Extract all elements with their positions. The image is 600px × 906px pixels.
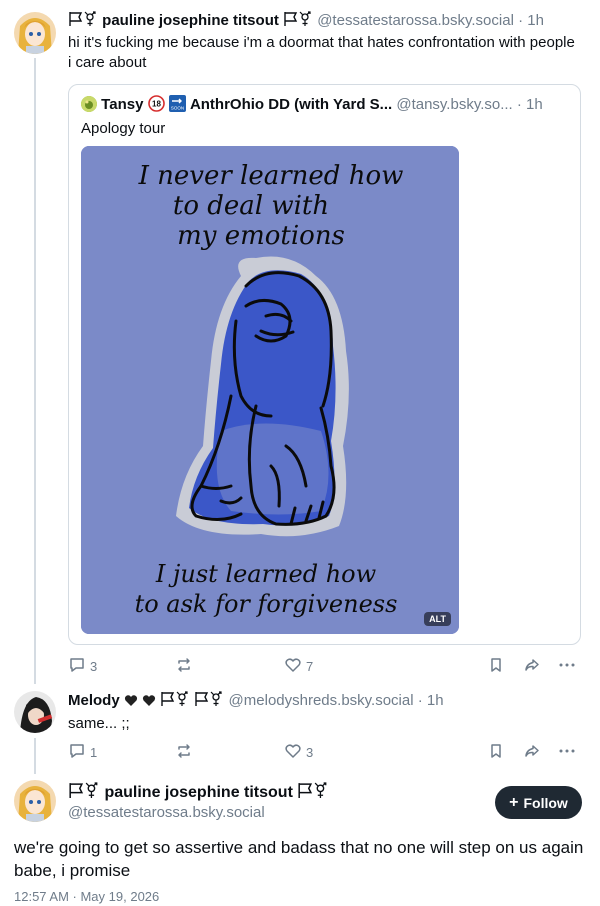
avatar[interactable] (14, 691, 56, 733)
avatar[interactable] (14, 12, 56, 54)
repost-button[interactable] (175, 742, 193, 763)
share-button[interactable] (523, 656, 541, 677)
more-dots-icon (558, 656, 576, 677)
avatar[interactable] (14, 780, 56, 822)
reply-icon (68, 742, 86, 763)
quote-post[interactable]: Tansy 18 SOON AnthrOhio DD (with Yard S.… (68, 84, 581, 645)
reply-button[interactable]: 1 (68, 742, 97, 763)
trans-flag-icon (160, 691, 190, 711)
image-text-top-1: I never learned how (138, 161, 404, 191)
like-button[interactable]: 7 (284, 656, 313, 677)
reply-count: 1 (90, 745, 98, 760)
author-name[interactable]: Melody (68, 692, 120, 709)
repost-icon (175, 656, 193, 677)
more-dots-icon (558, 742, 576, 763)
alt-badge[interactable]: ALT (424, 612, 451, 626)
trans-flag-icon (194, 691, 224, 711)
thread-line (34, 738, 36, 774)
like-count: 3 (306, 745, 314, 760)
age-18-icon: 18 (147, 95, 165, 116)
bookmark-button[interactable] (487, 742, 505, 763)
post-header: Melody @melodyshreds.bsky.social · 1h (68, 691, 583, 711)
quote-image[interactable]: I never learned how to deal with my emot… (81, 146, 459, 634)
heart-icon (284, 656, 302, 677)
svg-text:18: 18 (152, 100, 161, 109)
illustration-graphic: I never learned how to deal with my emot… (81, 146, 459, 634)
author-name[interactable]: pauline josephine titsout (102, 12, 279, 29)
trans-flag-icon (68, 11, 98, 31)
post-text: hi it's fucking me because i'm a doormat… (68, 34, 575, 71)
share-icon (523, 656, 541, 677)
quote-author-name-extra: AnthrOhio DD (with Yard S... (189, 96, 393, 113)
author-handle[interactable]: @tessatestarossa.bsky.social (317, 12, 514, 29)
reply-count: 3 (90, 659, 98, 674)
more-button[interactable] (558, 742, 576, 763)
quote-time: · 1h (516, 96, 543, 113)
quote-avatar (81, 96, 97, 112)
reply-button[interactable]: 3 (68, 656, 97, 677)
image-text-bottom-1: I just learned how (155, 560, 377, 588)
post-actions: 3 7 (68, 656, 588, 676)
post-header: pauline josephine titsout @tessatestaros… (68, 11, 583, 31)
black-heart-icon (124, 694, 138, 711)
post-text: we're going to get so assertive and bada… (14, 838, 584, 880)
image-text-top-2: to deal with (173, 191, 329, 221)
repost-icon (175, 742, 193, 763)
post-actions: 1 3 (68, 742, 588, 762)
quote-author-name[interactable]: Tansy (101, 96, 143, 113)
author-handle[interactable]: @melodyshreds.bsky.social (229, 692, 414, 709)
thread-line (34, 58, 36, 684)
svg-text:SOON: SOON (171, 106, 184, 111)
image-text-bottom-2: to ask for forgiveness (135, 590, 398, 618)
image-text-top-3: my emotions (177, 221, 345, 251)
bookmark-button[interactable] (487, 656, 505, 677)
author-handle[interactable]: @tessatestarossa.bsky.social (68, 804, 265, 821)
author-name[interactable]: pauline josephine titsout (104, 784, 292, 801)
trans-flag-icon (68, 782, 100, 804)
heart-icon (284, 742, 302, 763)
bookmark-icon (487, 742, 505, 763)
reply-icon (68, 656, 86, 677)
post-time: · 1h (417, 692, 444, 709)
post-author-line: pauline josephine titsout (68, 782, 329, 804)
share-icon (523, 742, 541, 763)
more-button[interactable] (558, 656, 576, 677)
quote-handle[interactable]: @tansy.bsky.so... (396, 96, 512, 113)
trans-flag-icon (283, 11, 313, 31)
share-button[interactable] (523, 742, 541, 763)
black-heart-icon (142, 694, 156, 711)
quote-text: Apology tour (81, 120, 166, 137)
follow-label: Follow (523, 794, 568, 811)
plus-icon: + (509, 793, 519, 811)
soon-arrow-icon: SOON (168, 95, 186, 116)
trans-flag-icon (297, 782, 329, 804)
like-count: 7 (306, 659, 314, 674)
follow-button[interactable]: + Follow (495, 786, 582, 819)
post-text: same... ;; (68, 715, 130, 732)
bookmark-icon (487, 656, 505, 677)
quote-header: Tansy 18 SOON AnthrOhio DD (with Yard S.… (81, 95, 576, 116)
repost-button[interactable] (175, 656, 193, 677)
like-button[interactable]: 3 (284, 742, 313, 763)
post-timestamp: 12:57 AM · May 19, 2026 (14, 889, 160, 904)
post-time: · 1h (518, 12, 544, 29)
